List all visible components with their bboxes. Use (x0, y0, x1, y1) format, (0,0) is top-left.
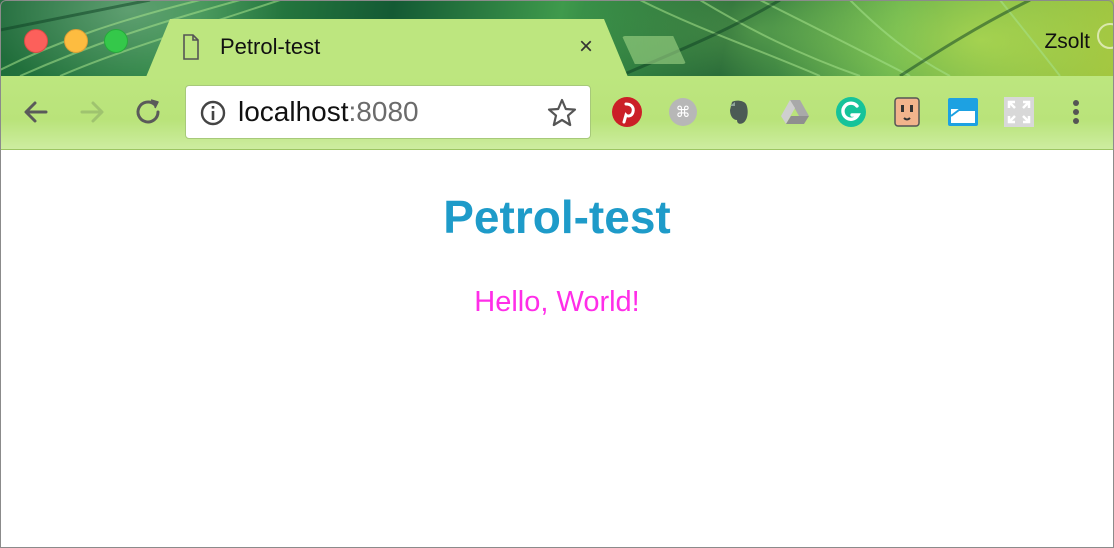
url-host: localhost (238, 96, 349, 127)
profile-name[interactable]: Zsolt (1044, 30, 1090, 54)
close-tab-icon[interactable]: × (574, 34, 598, 60)
window-extension-icon[interactable] (947, 96, 979, 128)
outlet-icon[interactable] (891, 96, 923, 128)
fullscreen-icon[interactable] (1003, 96, 1035, 128)
command-icon[interactable]: ⌘ (667, 96, 699, 128)
grammarly-icon[interactable] (835, 96, 867, 128)
minimize-window-button[interactable] (64, 29, 88, 53)
back-arrow-icon[interactable] (20, 96, 52, 128)
pinterest-icon[interactable] (611, 96, 643, 128)
tab-petrol-test[interactable] (146, 19, 628, 77)
url-port: :8080 (348, 96, 419, 127)
address-url[interactable]: localhost:8080 (238, 96, 419, 128)
more-menu-icon[interactable] (1066, 96, 1086, 128)
svg-text:⌘: ⌘ (676, 103, 691, 121)
reload-icon[interactable] (132, 96, 164, 128)
page-heading: Petrol-test (443, 191, 671, 243)
info-icon[interactable] (199, 99, 227, 127)
greeting-text: Hello, World! (474, 286, 640, 318)
document-icon (183, 34, 199, 60)
evernote-icon[interactable] (723, 96, 755, 128)
close-window-button[interactable] (24, 29, 48, 53)
bookmark-star-icon[interactable] (546, 97, 578, 129)
tab-title[interactable]: Petrol-test (220, 34, 320, 60)
zoom-window-button[interactable] (104, 29, 128, 53)
google-drive-icon[interactable] (779, 96, 811, 128)
forward-arrow-icon[interactable] (76, 96, 108, 128)
